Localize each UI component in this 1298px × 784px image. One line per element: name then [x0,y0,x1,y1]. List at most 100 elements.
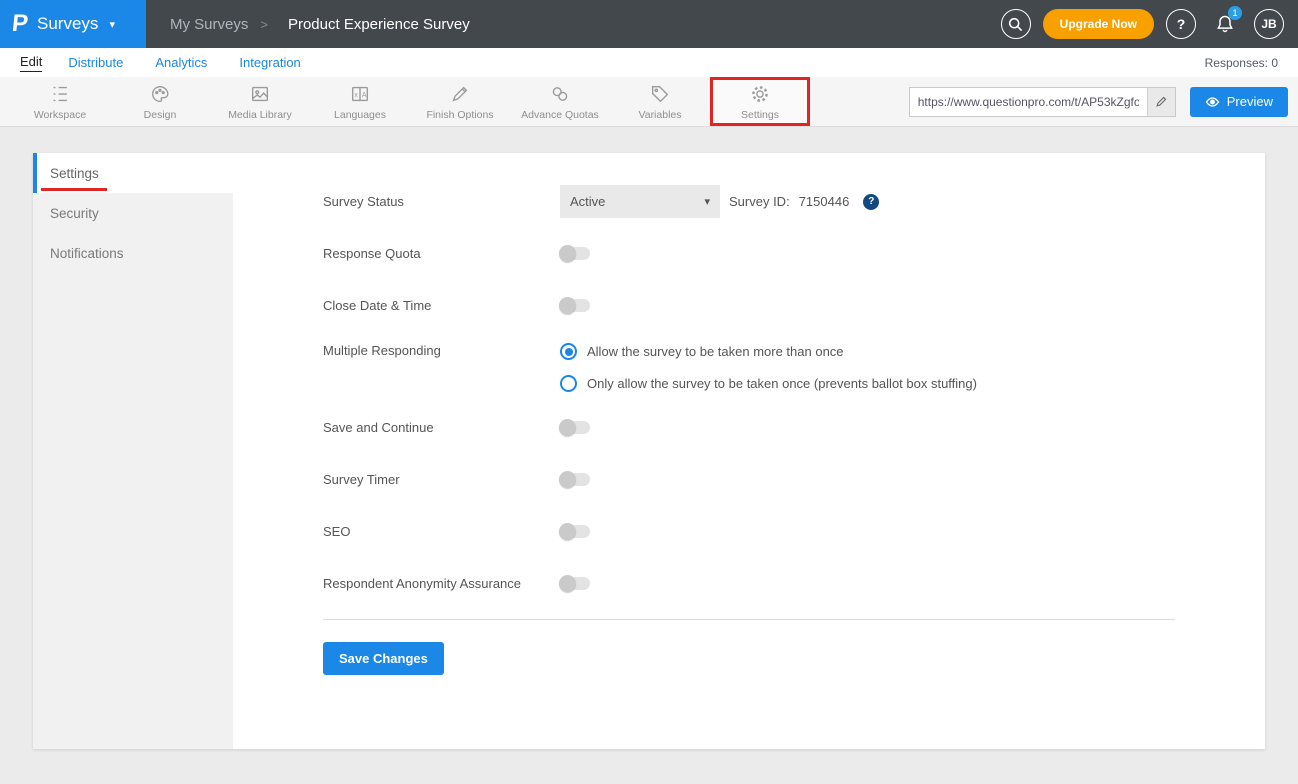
radio-option-label: Allow the survey to be taken more than o… [587,344,844,359]
toolbar-item-languages[interactable]: x A Languages [310,77,410,126]
section-nav: Edit Distribute Analytics Integration Re… [0,48,1298,77]
settings-card: Settings Security Notifications Survey S… [33,153,1265,749]
toolbar-item-label: Languages [334,109,386,121]
radio-option-multiple-allowed[interactable]: Allow the survey to be taken more than o… [560,343,977,360]
survey-id-help-icon[interactable]: ? [863,194,879,210]
preview-button[interactable]: Preview [1190,87,1288,117]
save-continue-row: Save and Continue [323,411,1175,444]
chevron-down-icon: ▾ [109,18,115,31]
seo-toggle[interactable] [560,525,590,538]
breadcrumb-separator: > [260,17,268,32]
close-date-row: Close Date & Time [323,289,1175,322]
active-tab-indicator [33,153,37,193]
settings-underline-annotation [41,188,107,191]
tab-distribute[interactable]: Distribute [68,55,123,70]
topbar-actions: Upgrade Now ? 1 JB [1001,7,1298,41]
product-name: Surveys [37,14,98,34]
toolbar-item-label: Media Library [228,109,292,121]
close-date-toggle[interactable] [560,299,590,312]
design-icon [149,83,171,105]
main-area: Settings Security Notifications Survey S… [0,127,1298,749]
tab-edit[interactable]: Edit [20,54,42,72]
toolbar-right: Preview [909,77,1298,126]
languages-icon: x A [349,83,371,105]
close-date-label: Close Date & Time [323,298,560,313]
edit-toolbar: Workspace Design Media Library x A Langu… [0,77,1298,127]
notification-badge: 1 [1228,6,1242,20]
eye-icon [1205,96,1220,108]
survey-id-label: Survey ID: [729,194,790,209]
save-changes-button[interactable]: Save Changes [323,642,444,675]
seo-label: SEO [323,524,560,539]
sidebar-item-settings[interactable]: Settings [33,153,233,193]
toolbar-item-label: Advance Quotas [521,109,599,121]
toolbar-item-design[interactable]: Design [110,77,210,126]
upgrade-now-button[interactable]: Upgrade Now [1043,9,1154,39]
toolbar-item-variables[interactable]: Variables [610,77,710,126]
save-continue-label: Save and Continue [323,420,560,435]
sidebar-item-label: Notifications [50,246,124,261]
tab-analytics[interactable]: Analytics [155,55,207,70]
search-button[interactable] [1001,9,1031,39]
survey-url-field [909,87,1176,117]
settings-highlight-annotation: Settings [710,77,810,126]
survey-status-label: Survey Status [323,194,560,209]
settings-sidebar: Settings Security Notifications [33,153,233,749]
multiple-responding-row: Multiple Responding Allow the survey to … [323,341,1175,392]
anonymity-label: Respondent Anonymity Assurance [323,576,560,591]
toolbar-item-workspace[interactable]: Workspace [10,77,110,126]
top-bar: P Surveys ▾ My Surveys > Product Experie… [0,0,1298,48]
toolbar-item-settings[interactable]: Settings [713,80,807,123]
edit-url-button[interactable] [1147,88,1175,116]
advance-quotas-icon [549,83,571,105]
help-button[interactable]: ? [1166,9,1196,39]
variables-icon [649,83,671,105]
survey-url-input[interactable] [910,88,1147,116]
settings-form: Survey Status Active ▾ Survey ID: 715044… [233,153,1265,749]
finish-options-icon [449,83,471,105]
tab-integration[interactable]: Integration [239,55,300,70]
toolbar-item-media-library[interactable]: Media Library [210,77,310,126]
response-quota-label: Response Quota [323,246,560,261]
search-icon [1008,17,1023,32]
sidebar-item-security[interactable]: Security [33,193,233,233]
anonymity-toggle[interactable] [560,577,590,590]
responses-count: Responses: 0 [1205,56,1278,70]
questionpro-logo[interactable]: P Surveys ▾ [0,0,146,48]
radio-unselected-icon [560,375,577,392]
breadcrumb: My Surveys > Product Experience Survey [170,16,470,33]
survey-timer-label: Survey Timer [323,472,560,487]
sidebar-group: Security Notifications [33,193,233,749]
anonymity-row: Respondent Anonymity Assurance [323,567,1175,600]
multiple-responding-options: Allow the survey to be taken more than o… [560,341,977,392]
radio-selected-icon [560,343,577,360]
survey-status-value: Active [570,194,605,209]
multiple-responding-label: Multiple Responding [323,341,560,358]
toolbar-item-advance-quotas[interactable]: Advance Quotas [510,77,610,126]
sidebar-item-label: Security [50,206,99,221]
save-continue-toggle[interactable] [560,421,590,434]
toolbar-item-finish-options[interactable]: Finish Options [410,77,510,126]
toolbar-item-label: Workspace [34,109,86,121]
response-quota-row: Response Quota [323,237,1175,270]
toolbar-item-label: Finish Options [426,109,493,121]
toolbar-item-label: Design [144,109,177,121]
survey-status-dropdown[interactable]: Active ▾ [560,185,720,218]
toolbar-item-label: Settings [741,109,779,121]
sidebar-item-notifications[interactable]: Notifications [33,233,233,273]
help-icon: ? [1177,16,1186,32]
radio-option-label: Only allow the survey to be taken once (… [587,376,977,391]
survey-timer-row: Survey Timer [323,463,1175,496]
svg-text:A: A [362,91,367,98]
notifications-button[interactable]: 1 [1208,7,1242,41]
response-quota-toggle[interactable] [560,247,590,260]
survey-timer-toggle[interactable] [560,473,590,486]
toolbar-item-label: Variables [639,109,682,121]
survey-id-value: 7150446 [799,194,850,209]
form-divider [323,619,1175,620]
radio-option-once-only[interactable]: Only allow the survey to be taken once (… [560,375,977,392]
breadcrumb-my-surveys[interactable]: My Surveys [170,16,248,33]
avatar[interactable]: JB [1254,9,1284,39]
media-library-icon [249,83,271,105]
settings-gear-icon [749,83,771,105]
